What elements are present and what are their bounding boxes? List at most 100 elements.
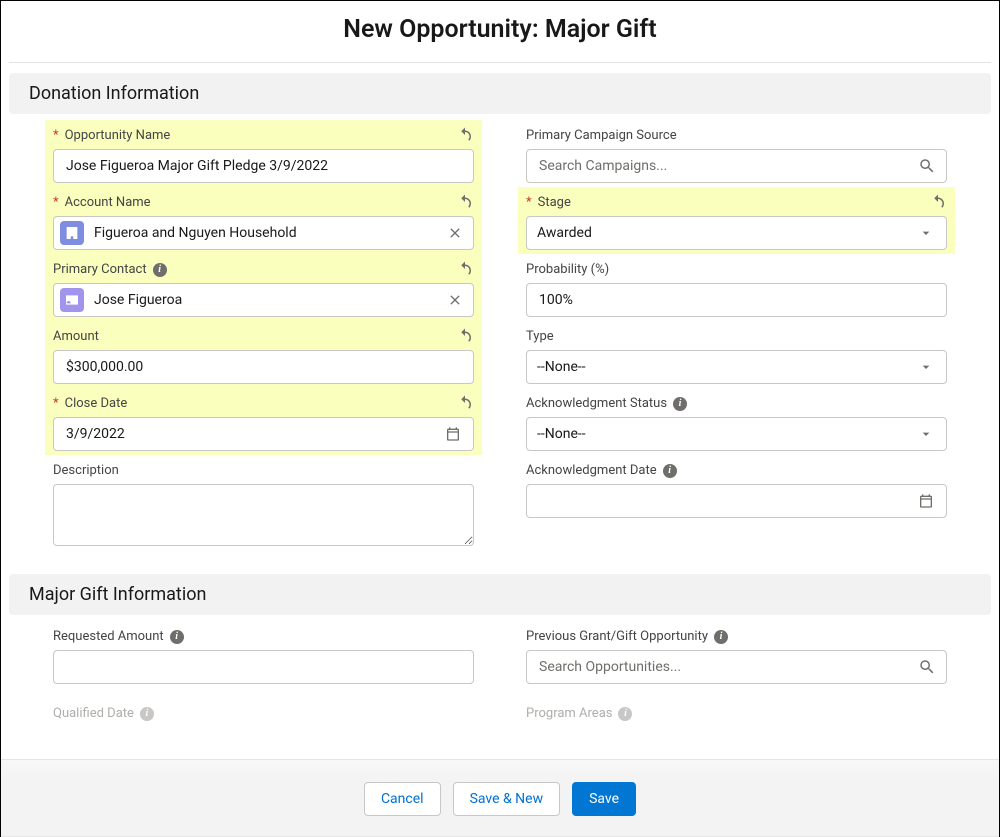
faded-row: Qualified Date i Program Areas i	[1, 698, 999, 729]
field-type: Type --None--	[518, 321, 955, 388]
primary-campaign-input[interactable]	[537, 157, 912, 175]
amount-input[interactable]	[64, 358, 463, 376]
search-icon[interactable]	[918, 658, 936, 676]
label-text: Primary Contact	[53, 262, 147, 277]
info-icon[interactable]: i	[153, 263, 167, 277]
section-donation-header: Donation Information	[9, 73, 991, 114]
clear-icon[interactable]	[443, 292, 467, 308]
amount-input-wrap	[53, 350, 474, 384]
field-amount: Amount	[45, 321, 482, 388]
field-requested-amount: Requested Amount i	[45, 621, 482, 688]
clear-icon[interactable]	[443, 225, 467, 241]
ack-status-select[interactable]: --None--	[526, 417, 947, 451]
label-text: Requested Amount	[53, 629, 164, 644]
cancel-button[interactable]: Cancel	[364, 782, 441, 816]
field-primary-contact: Primary Contact i Jose Figueroa	[45, 254, 482, 321]
undo-icon[interactable]	[456, 327, 474, 345]
requested-amount-input-wrap	[53, 650, 474, 684]
requested-amount-label: Requested Amount i	[53, 629, 474, 644]
field-close-date: * Close Date	[45, 388, 482, 455]
ack-date-input[interactable]	[537, 492, 936, 510]
stage-select[interactable]: Awarded	[526, 216, 947, 250]
label-text: Opportunity Name	[65, 128, 171, 143]
label-text: Program Areas	[526, 706, 612, 721]
undo-icon[interactable]	[456, 126, 474, 144]
undo-icon[interactable]	[456, 260, 474, 278]
label-text: Description	[53, 463, 119, 478]
label-text: Acknowledgment Status	[526, 396, 667, 411]
search-icon[interactable]	[918, 157, 936, 175]
calendar-icon[interactable]	[918, 493, 934, 509]
type-select[interactable]: --None--	[526, 350, 947, 384]
undo-icon[interactable]	[929, 193, 947, 211]
opportunity-name-input-wrap	[53, 149, 474, 183]
primary-campaign-lookup[interactable]	[526, 149, 947, 183]
donation-left-column: * Opportunity Name * Account Name Figuer…	[45, 120, 482, 554]
requested-amount-input[interactable]	[64, 658, 463, 676]
field-program-areas-faded: Program Areas i	[518, 698, 955, 729]
donation-right-column: Primary Campaign Source * Stage Awarded …	[518, 120, 955, 554]
section-major-gift-header: Major Gift Information	[9, 574, 991, 615]
footer-bar: Cancel Save & New Save	[1, 759, 999, 837]
field-account-name: * Account Name Figueroa and Nguyen House…	[45, 187, 482, 254]
close-date-input-wrap	[53, 417, 474, 451]
label-text: Probability (%)	[526, 262, 609, 277]
label-text: Account Name	[65, 195, 151, 210]
info-icon[interactable]: i	[714, 630, 728, 644]
undo-icon[interactable]	[456, 193, 474, 211]
description-label: Description	[53, 463, 474, 478]
previous-grant-input[interactable]	[537, 658, 912, 676]
label-text: Stage	[538, 195, 571, 210]
account-name-chip[interactable]: Figueroa and Nguyen Household	[53, 216, 474, 250]
field-primary-campaign: Primary Campaign Source	[518, 120, 955, 187]
required-star: *	[53, 195, 59, 210]
label-text: Qualified Date	[53, 706, 134, 721]
previous-grant-lookup[interactable]	[526, 650, 947, 684]
section-major-gift-body: Requested Amount i Previous Grant/Gift O…	[1, 615, 999, 698]
primary-contact-chip[interactable]: Jose Figueroa	[53, 283, 474, 317]
page-title: New Opportunity: Major Gift	[1, 1, 999, 62]
info-icon[interactable]: i	[663, 464, 677, 478]
chevron-down-icon	[918, 426, 934, 442]
label-text: Previous Grant/Gift Opportunity	[526, 629, 708, 644]
chevron-down-icon	[918, 359, 934, 375]
previous-grant-label: Previous Grant/Gift Opportunity i	[526, 629, 947, 644]
field-probability: Probability (%)	[518, 254, 955, 321]
ack-status-value: --None--	[537, 426, 586, 442]
opportunity-name-label: * Opportunity Name	[53, 128, 474, 143]
divider	[9, 62, 991, 63]
save-button[interactable]: Save	[572, 782, 636, 816]
account-icon	[60, 221, 84, 245]
label-text: Close Date	[65, 396, 128, 411]
type-label: Type	[526, 329, 947, 344]
undo-icon[interactable]	[456, 394, 474, 412]
probability-input[interactable]	[537, 291, 936, 309]
opportunity-name-input[interactable]	[64, 157, 463, 175]
stage-label: * Stage	[526, 195, 947, 210]
required-star: *	[53, 396, 59, 411]
stage-value: Awarded	[537, 225, 592, 241]
info-icon[interactable]: i	[673, 397, 687, 411]
section-donation-body: * Opportunity Name * Account Name Figuer…	[1, 114, 999, 564]
contact-icon	[60, 288, 84, 312]
field-previous-grant: Previous Grant/Gift Opportunity i	[518, 621, 955, 688]
info-icon[interactable]: i	[170, 630, 184, 644]
probability-input-wrap	[526, 283, 947, 317]
label-text: Primary Campaign Source	[526, 128, 677, 143]
primary-contact-label: Primary Contact i	[53, 262, 474, 277]
calendar-icon[interactable]	[445, 426, 461, 442]
required-star: *	[53, 128, 59, 143]
account-name-label: * Account Name	[53, 195, 474, 210]
label-text: Acknowledgment Date	[526, 463, 657, 478]
save-and-new-button[interactable]: Save & New	[453, 782, 561, 816]
close-date-label: * Close Date	[53, 396, 474, 411]
ack-status-label: Acknowledgment Status i	[526, 396, 947, 411]
info-icon: i	[618, 707, 632, 721]
description-textarea[interactable]	[53, 484, 474, 546]
type-value: --None--	[537, 359, 586, 375]
close-date-input[interactable]	[64, 425, 463, 443]
label-text: Type	[526, 329, 554, 344]
probability-label: Probability (%)	[526, 262, 947, 277]
label-text: Amount	[53, 329, 99, 344]
field-ack-date: Acknowledgment Date i	[518, 455, 955, 522]
